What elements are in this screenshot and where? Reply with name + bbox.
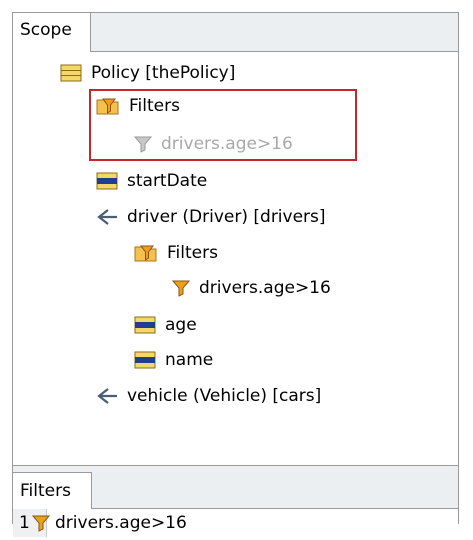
funnel-icon — [31, 514, 50, 532]
tree-item-policy[interactable]: Policy [thePolicy] — [60, 58, 235, 88]
tree-item-driver-filters[interactable]: Filters — [134, 238, 218, 268]
field-icon — [134, 316, 156, 334]
class-icon — [60, 64, 82, 82]
tree-item-label: drivers.age>16 — [199, 278, 331, 298]
tree-item-driver-filter[interactable]: drivers.age>16 — [172, 273, 331, 303]
tree-item-vehicle[interactable]: vehicle (Vehicle) [cars] — [96, 381, 321, 411]
field-icon — [96, 172, 118, 190]
row-index: 1 — [19, 513, 30, 533]
row-number-cell: 1 — [13, 509, 50, 537]
tree-item-startdate[interactable]: startDate — [96, 166, 207, 196]
tree-item-label: driver (Driver) [drivers] — [127, 207, 326, 227]
tree-item-label: name — [165, 350, 214, 370]
tree-item-name[interactable]: name — [134, 345, 213, 375]
tree-item-label: Filters — [167, 243, 218, 263]
tab-scope-label: Scope — [20, 20, 72, 40]
association-arrow-icon — [96, 208, 118, 226]
tree-item-label: age — [165, 315, 197, 335]
row-expression: drivers.age>16 — [55, 513, 187, 533]
filter-folder-icon — [134, 243, 158, 263]
tree-item-label: Policy [thePolicy] — [91, 63, 236, 83]
tree-item-label: startDate — [127, 171, 208, 191]
tab-filters[interactable]: Filters — [13, 472, 92, 509]
association-arrow-icon — [96, 387, 118, 405]
tree-item-driver[interactable]: driver (Driver) [drivers] — [96, 202, 326, 232]
tab-filters-label: Filters — [20, 481, 71, 501]
tree-item-age[interactable]: age — [134, 310, 197, 340]
highlight-box — [89, 89, 357, 161]
filters-table-row[interactable]: 1 drivers.age>16 — [13, 509, 458, 537]
tree-item-label: vehicle (Vehicle) [cars] — [127, 386, 322, 406]
tab-scope[interactable]: Scope — [13, 13, 91, 52]
field-icon — [134, 351, 156, 369]
funnel-icon — [172, 279, 190, 297]
